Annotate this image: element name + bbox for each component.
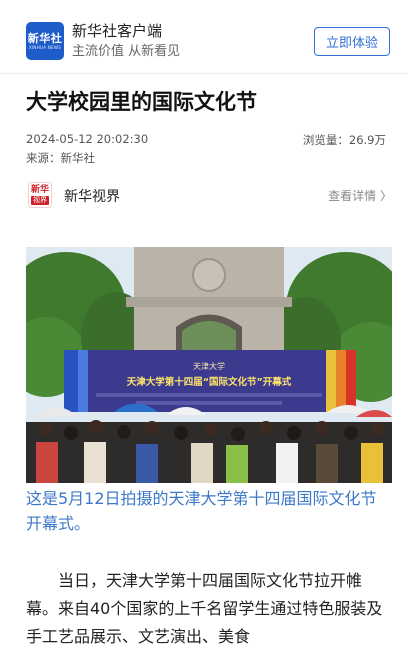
logo-text: 新华社 [27,31,63,45]
app-slogan: 主流价值 从新看见 [72,44,181,59]
stage-banner: 天津大学 天津大学第十四届“国际文化节”开幕式 [64,350,356,412]
article-source: 来源：新华社 [26,151,95,165]
banner-top-text: 天津大学 [193,361,225,371]
article-title: 大学校园里的国际文化节 [26,90,257,114]
banner-title-text: 天津大学第十四届“国际文化节”开幕式 [127,376,292,388]
xinhua-logo: 新华社 XINHUA NEWS [26,22,64,60]
stone-gate [126,247,292,362]
channel-logo-top: 新华 [30,185,49,195]
app-header: 新华社 XINHUA NEWS 新华社客户端 主流价值 从新看见 立即体验 [0,0,408,74]
try-now-button[interactable]: 立即体验 [314,27,390,56]
article-page: 新华社 XINHUA NEWS 新华社客户端 主流价值 从新看见 立即体验 大学… [0,0,408,662]
view-details-link[interactable]: 查看详情 〉 [328,187,392,204]
article-body: 当日，天津大学第十四届国际文化节拉开帷幕。来自40个国家的上千名留学生通过特色服… [26,571,383,646]
channel-name: 新华视界 [64,189,120,205]
view-count: 浏览量：26.9万 [302,133,386,147]
channel-logo-bottom: 视界 [31,196,49,205]
photo-caption: 这是5月12日拍摄的天津大学第十四届国际文化节开幕式。 [26,489,377,533]
publish-datetime: 2024-05-12 20:02:30 [26,132,149,146]
article-photo[interactable]: 天津大学 天津大学第十四届“国际文化节”开幕式 [26,247,392,483]
channel-logo-icon: 新华 视界 [28,182,52,208]
crowd [26,420,392,483]
app-name: 新华社客户端 [72,22,163,40]
channel-row[interactable]: 新华 视界 新华视界 查看详情 〉 [26,180,392,210]
logo-subtext: XINHUA NEWS [28,44,62,50]
